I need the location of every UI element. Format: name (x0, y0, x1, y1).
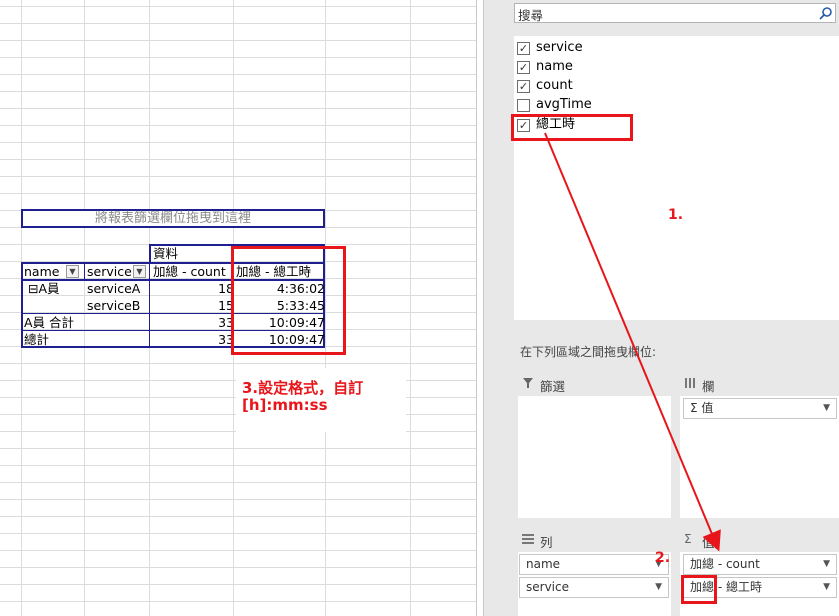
values-zone-title: 值 (702, 535, 715, 550)
rows-zone-title: 列 (540, 535, 553, 550)
filter-zone-title: 篩選 (540, 379, 566, 394)
values-zone-count-chip[interactable]: 加總 - count ▼ (683, 554, 837, 575)
step-1-label: 1. (668, 207, 684, 223)
filter-zone[interactable] (518, 396, 671, 518)
chevron-down-icon[interactable]: ▼ (655, 578, 662, 597)
pivot-data-header: 資料 (153, 246, 179, 261)
rows-chip-label: service (526, 580, 569, 594)
drag-hint-text: 在下列區域之間拖曳欄位: (520, 345, 657, 359)
name-field-label[interactable]: name (536, 59, 573, 74)
hours-column-highlight (231, 246, 346, 355)
table-row-count: 33 (218, 315, 234, 330)
field-search-input[interactable]: 搜尋 (514, 3, 836, 23)
search-placeholder: 搜尋 (518, 8, 544, 23)
name-field-checkbox[interactable]: ✓ (517, 61, 530, 74)
format-instruction-line1: 3.設定格式，自訂 (242, 379, 364, 397)
name-filter-dropdown-icon[interactable]: ▼ (66, 265, 79, 278)
chevron-down-icon[interactable]: ▼ (823, 399, 830, 418)
service-field-checkbox[interactable]: ✓ (517, 42, 530, 55)
table-row-name: ⊟A員 (28, 281, 60, 296)
columns-zone-icon (684, 377, 696, 392)
field-list: ✓ service ✓ name ✓ count avgTime ✓ 總工時 (514, 36, 839, 320)
count-field-checkbox[interactable]: ✓ (517, 80, 530, 93)
total-hours-field-highlight (511, 114, 633, 141)
chevron-down-icon[interactable]: ▼ (823, 555, 830, 574)
search-icon[interactable] (819, 7, 832, 20)
avgtime-field-label[interactable]: avgTime (536, 97, 592, 112)
format-callout: 3.設定格式，自訂 [h]:mm:ss (236, 368, 406, 432)
chevron-down-icon[interactable]: ▼ (823, 578, 830, 597)
columns-zone-title: 欄 (702, 379, 715, 394)
rows-zone-name-chip[interactable]: name ▼ (519, 554, 669, 575)
count-field-label[interactable]: count (536, 78, 573, 93)
spreadsheet-grid[interactable]: 將報表篩選欄位拖曳到這裡 資料 name ▼ service ▼ 加總 - co… (0, 0, 482, 616)
sigma-icon: Σ (684, 532, 692, 546)
columns-chip-label: Σ 值 (690, 401, 714, 415)
rows-zone-service-chip[interactable]: service ▼ (519, 577, 669, 598)
pivot-col-header-count: 加總 - count (153, 264, 226, 279)
pivot-col-header-name: name (24, 264, 60, 279)
columns-zone-values-chip[interactable]: Σ 值 ▼ (683, 398, 837, 419)
report-filter-drop-zone[interactable]: 將報表篩選欄位拖曳到這裡 (21, 209, 325, 228)
rows-zone-icon (522, 533, 534, 547)
format-instruction-line2: [h]:mm:ss (242, 396, 328, 414)
service-field-label[interactable]: service (536, 40, 583, 55)
values-chip-label: 加總 - count (690, 557, 760, 571)
filter-zone-icon (522, 377, 534, 392)
avgtime-field-checkbox[interactable] (517, 99, 530, 112)
table-row-grand-total-label: 總計 (24, 332, 50, 347)
step-2-label: 2. (655, 550, 671, 566)
table-row-count: 33 (218, 332, 234, 347)
pivot-col-header-service: service (87, 264, 132, 279)
table-row-count: 18 (218, 281, 234, 296)
rows-chip-label: name (526, 557, 561, 571)
table-row-service: serviceA (87, 281, 141, 296)
table-row-count: 15 (218, 298, 234, 313)
values-chip-highlight (681, 575, 717, 604)
table-row-subtotal-label: A員 合計 (24, 315, 75, 330)
table-row-service: serviceB (87, 298, 141, 313)
pane-splitter[interactable] (476, 0, 484, 616)
service-filter-dropdown-icon[interactable]: ▼ (133, 265, 146, 278)
